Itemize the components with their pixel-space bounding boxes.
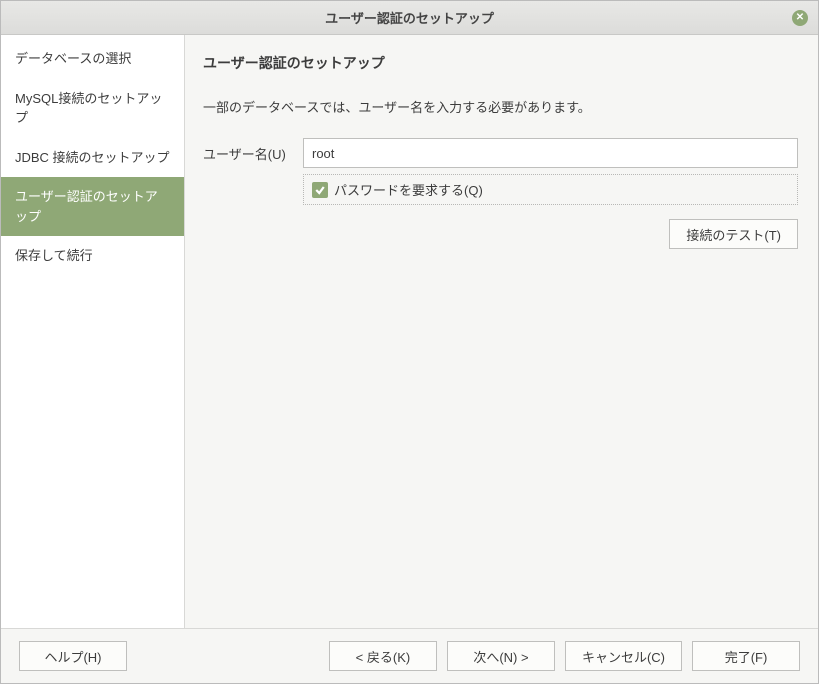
wizard-steps-sidebar: データベースの選択 MySQL接続のセットアップ JDBC 接続のセットアップ … [1,35,185,628]
sidebar-item-mysql-connection[interactable]: MySQL接続のセットアップ [1,79,184,138]
sidebar-item-jdbc-connection[interactable]: JDBC 接続のセットアップ [1,138,184,178]
cancel-button[interactable]: キャンセル(C) [565,641,682,671]
finish-button[interactable]: 完了(F) [692,641,800,671]
next-button[interactable]: 次へ(N) > [447,641,555,671]
test-connection-row: 接続のテスト(T) [203,219,798,249]
username-input[interactable] [303,138,798,168]
test-connection-button[interactable]: 接続のテスト(T) [669,219,798,249]
wizard-body: データベースの選択 MySQL接続のセットアップ JDBC 接続のセットアップ … [1,35,818,628]
username-label: ユーザー名(U) [203,144,303,163]
back-button[interactable]: < 戻る(K) [329,641,437,671]
page-title: ユーザー認証のセットアップ [203,53,798,73]
password-required-row: パスワードを要求する(Q) [303,174,798,205]
sidebar-item-user-authentication[interactable]: ユーザー認証のセットアップ [1,177,184,236]
help-button[interactable]: ヘルプ(H) [19,641,127,671]
username-row: ユーザー名(U) [203,138,798,168]
sidebar-item-save-continue[interactable]: 保存して続行 [1,236,184,276]
check-icon [314,184,326,196]
sidebar-item-select-database[interactable]: データベースの選択 [1,39,184,79]
password-required-checkbox[interactable] [312,182,328,198]
wizard-window: ユーザー認証のセットアップ ✕ データベースの選択 MySQL接続のセットアップ… [0,0,819,684]
close-icon[interactable]: ✕ [792,10,808,26]
window-title: ユーザー認証のセットアップ [325,8,494,27]
wizard-main-panel: ユーザー認証のセットアップ 一部のデータベースでは、ユーザー名を入力する必要があ… [185,35,818,628]
titlebar: ユーザー認証のセットアップ ✕ [1,1,818,35]
password-required-label: パスワードを要求する(Q) [334,180,483,199]
wizard-footer: ヘルプ(H) < 戻る(K) 次へ(N) > キャンセル(C) 完了(F) [1,628,818,683]
page-description: 一部のデータベースでは、ユーザー名を入力する必要があります。 [203,97,798,116]
